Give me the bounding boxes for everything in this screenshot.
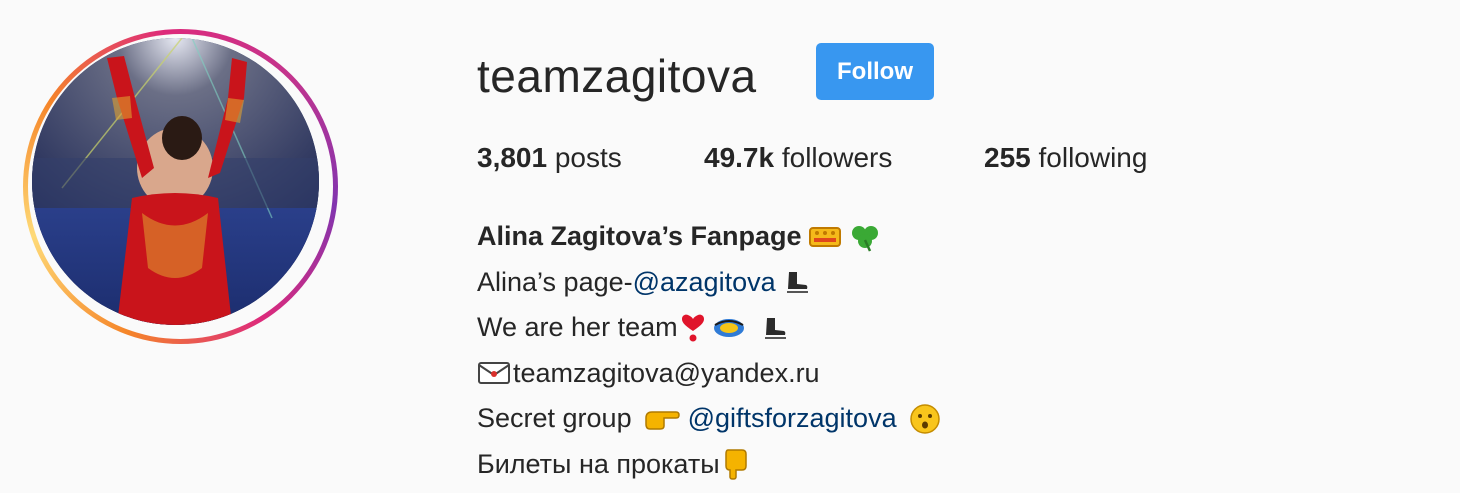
posts-label: posts	[547, 142, 622, 173]
bio-line-secret: Secret group @giftsforzagitova	[477, 396, 941, 442]
hushed-face-icon	[909, 403, 941, 435]
followers-number: 49.7k	[704, 142, 775, 173]
bio-line5-text: Secret group	[477, 403, 632, 433]
profile-page: teamzagitova Follow 3,801 posts 49.7k fo…	[0, 0, 1460, 493]
bio-name-line: Alina Zagitova’s Fanpage	[477, 214, 941, 260]
bio-line-email: teamzagitova@yandex.ru	[477, 351, 941, 397]
bio-email: teamzagitova@yandex.ru	[513, 357, 820, 388]
story-ring[interactable]	[23, 29, 338, 344]
profile-username: teamzagitova	[477, 50, 757, 102]
dizzy-icon	[712, 315, 746, 341]
posts-number: 3,801	[477, 142, 548, 173]
bio-line2-text: Alina’s page-	[477, 266, 633, 297]
followers-label: followers	[774, 142, 893, 173]
incoming-envelope-icon	[477, 360, 511, 386]
avatar[interactable]	[32, 38, 319, 325]
followers-link[interactable]: 49.7k followers	[704, 138, 892, 178]
bio-full-name: Alina Zagitova’s Fanpage	[477, 221, 802, 251]
avatar-photo	[32, 38, 319, 325]
posts-count: 3,801 posts	[477, 138, 622, 178]
crown-icon	[808, 224, 842, 250]
heavy-heart-exclamation-icon	[680, 313, 706, 343]
bio-line-team: We are her team	[477, 305, 941, 351]
mention-azagitova[interactable]: @azagitova	[633, 260, 776, 306]
bio-line3-text: We are her team	[477, 312, 678, 342]
backhand-index-pointing-right-icon	[644, 406, 680, 432]
bio-line-tickets: Билеты на прокаты	[477, 442, 941, 488]
following-label: following	[1030, 142, 1148, 173]
ice-skate-icon	[782, 269, 810, 295]
bio-line6-text: Билеты на прокаты	[477, 448, 720, 479]
shamrock-icon	[848, 222, 882, 252]
following-link[interactable]: 255 following	[984, 138, 1147, 178]
bio-line-page: Alina’s page- @azagitova	[477, 260, 941, 306]
profile-bio: Alina Zagitova’s Fanpage Alina’s page- @a…	[477, 214, 941, 487]
backhand-index-pointing-down-icon	[722, 448, 750, 481]
mention-giftsforzagitova[interactable]: @giftsforzagitova	[688, 396, 897, 442]
follow-button[interactable]: Follow	[816, 43, 934, 100]
ice-skate-icon	[760, 315, 788, 341]
following-number: 255	[984, 142, 1031, 173]
